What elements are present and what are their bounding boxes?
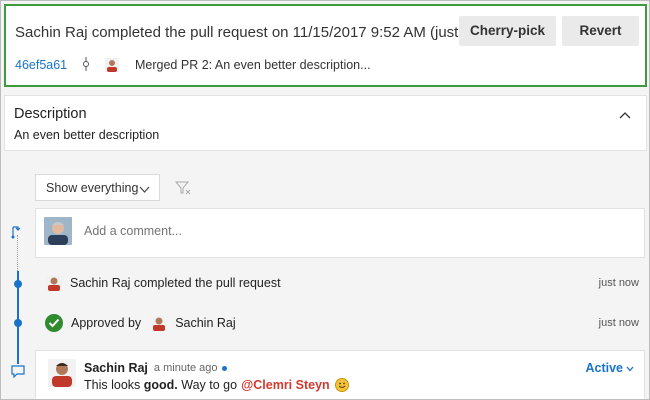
comment-text-bold: good. xyxy=(143,378,178,392)
check-icon xyxy=(45,314,63,332)
chevron-down-icon xyxy=(626,361,634,375)
filter-dropdown-value: Show everything xyxy=(46,180,139,195)
timeline-dot xyxy=(14,280,22,288)
approver-name[interactable]: Sachin Raj xyxy=(175,316,235,330)
thread-comment-text: This looks good. Way to go @Clemri Steyn xyxy=(84,378,349,392)
avatar xyxy=(105,58,119,72)
comment-input[interactable] xyxy=(84,224,624,238)
activity-item-completed: Sachin Raj completed the pull request ju… xyxy=(35,266,645,300)
completion-message: Sachin Raj completed the pull request on… xyxy=(15,24,500,41)
commit-message[interactable]: Merged PR 2: An even better description.… xyxy=(135,58,371,72)
activity-text: Sachin Raj completed the pull request xyxy=(70,276,281,290)
comment-thread: Sachin Raj a minute ago This looks good.… xyxy=(35,350,645,399)
avatar xyxy=(151,315,168,331)
chevron-down-icon xyxy=(139,183,150,193)
thread-author[interactable]: Sachin Raj xyxy=(84,361,148,375)
approved-by-label: Approved by xyxy=(71,316,142,330)
merge-commit-row: 46ef5a61 Merged PR 2: An even better des… xyxy=(15,55,371,75)
activity-time: just now xyxy=(598,277,639,289)
timeline-dot xyxy=(14,319,22,327)
activity-item-approved: Approved by Sachin Raj just now xyxy=(35,306,645,340)
comment-text-end: Way to go xyxy=(177,378,238,392)
thread-time: a minute ago xyxy=(153,362,218,374)
description-card: Description An even better description xyxy=(4,95,647,151)
avatar xyxy=(46,275,62,291)
commit-icon xyxy=(73,56,99,74)
commit-id-link[interactable]: 46ef5a61 xyxy=(15,58,73,72)
avatar xyxy=(44,217,72,245)
activity-time: just now xyxy=(598,317,639,329)
comment-icon xyxy=(10,364,26,379)
thread-status-dropdown[interactable]: Active xyxy=(585,361,634,375)
thread-header: Sachin Raj a minute ago xyxy=(84,361,227,375)
presence-dot-icon xyxy=(221,365,227,371)
comment-text-start: This looks xyxy=(84,378,144,392)
pull-request-overview: Sachin Raj completed the pull request on… xyxy=(0,0,650,400)
completion-banner: Sachin Raj completed the pull request on… xyxy=(4,4,647,87)
thread-status-label: Active xyxy=(585,361,623,375)
timeline-connector xyxy=(17,235,18,271)
cherry-pick-button[interactable]: Cherry-pick xyxy=(459,16,556,46)
avatar xyxy=(48,359,76,387)
chevron-up-icon[interactable] xyxy=(618,108,632,122)
activity-filter-dropdown[interactable]: Show everything xyxy=(35,174,160,201)
filter-icon[interactable] xyxy=(169,174,196,201)
description-title: Description xyxy=(14,106,87,122)
description-body: An even better description xyxy=(14,128,160,142)
pull-request-icon xyxy=(10,225,26,239)
new-comment-box xyxy=(35,208,645,258)
mention-link[interactable]: @Clemri Steyn xyxy=(241,378,330,392)
smile-emoji-icon xyxy=(334,378,349,392)
revert-button[interactable]: Revert xyxy=(562,16,639,46)
